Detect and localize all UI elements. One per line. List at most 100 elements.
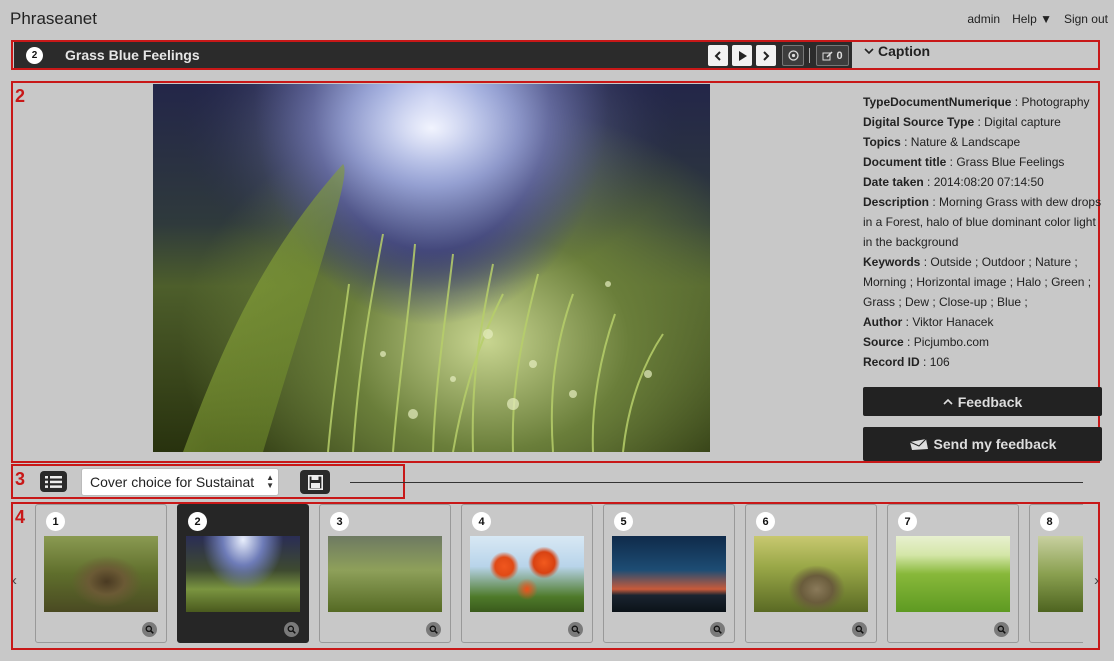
caption-value: : Photography	[1011, 95, 1090, 109]
zoom-icon[interactable]	[426, 622, 441, 637]
thumbnails-prev-arrow[interactable]: ‹	[12, 572, 17, 589]
caption-value: : Grass Blue Feelings	[946, 155, 1065, 169]
help-menu[interactable]: Help ▼	[1012, 12, 1052, 26]
caption-field: TypeDocumentNumerique : Photography	[863, 92, 1103, 112]
thumbnail-card[interactable]: 1	[35, 504, 167, 643]
caption-value: : Picjumbo.com	[903, 335, 990, 349]
floppy-disk-icon	[307, 474, 323, 490]
thumbnail-card[interactable]: 7	[887, 504, 1019, 643]
chevron-right-icon	[763, 50, 770, 61]
thumbnail-card-selected[interactable]: 2	[177, 504, 309, 643]
list-view-button[interactable]	[40, 471, 67, 492]
play-button[interactable]	[732, 45, 752, 66]
send-feedback-button[interactable]: Send my feedback	[863, 427, 1102, 461]
save-button[interactable]	[300, 470, 330, 494]
toolbar-divider	[350, 482, 1083, 483]
thumbnail-number-badge: 2	[188, 512, 207, 531]
caption-label: Source	[863, 335, 904, 349]
circle-download-icon	[787, 50, 799, 61]
edit-icon	[822, 50, 833, 60]
basket-select[interactable]: Cover choice for Sustainat ▲ ▼	[81, 468, 279, 496]
thumbnail-image-grass-2	[1038, 536, 1083, 612]
chevron-down-icon	[864, 47, 874, 54]
thumbnail-number-badge: 3	[330, 512, 349, 531]
caption-label: Topics	[863, 135, 901, 149]
thumbnail-card[interactable]: 4	[461, 504, 593, 643]
caption-value: : 106	[919, 355, 950, 369]
record-title: Grass Blue Feelings	[65, 47, 200, 63]
thumbnail-card[interactable]: 8	[1029, 504, 1083, 643]
caption-field: Digital Source Type : Digital capture	[863, 112, 1103, 132]
play-icon	[738, 50, 747, 61]
zoom-icon[interactable]	[568, 622, 583, 637]
zoom-icon[interactable]	[852, 622, 867, 637]
caption-label: Author	[863, 315, 903, 329]
zoom-icon[interactable]	[142, 622, 157, 637]
zoom-icon[interactable]	[710, 622, 725, 637]
thumbnail-card[interactable]: 5	[603, 504, 735, 643]
chevron-left-icon	[714, 50, 721, 61]
annotation-label-3: 3	[15, 469, 26, 489]
envelope-icon	[909, 438, 928, 450]
top-bar: Phraseanet admin Help ▼ Sign out	[0, 0, 1114, 38]
feedback-toggle-button[interactable]: Feedback	[863, 387, 1102, 416]
thumbnail-image-tree-stump	[754, 536, 868, 612]
caption-label: Digital Source Type	[863, 115, 975, 129]
caption-value: : Nature & Landscape	[900, 135, 1021, 149]
caption-field: Date taken : 2014:08:20 07:14:50	[863, 172, 1103, 192]
thumbnail-image-green-field	[896, 536, 1010, 612]
thumbnail-clip: 8	[1029, 504, 1083, 643]
annotation-label-2: 2	[15, 86, 26, 106]
caption-field: Topics : Nature & Landscape	[863, 132, 1103, 152]
thumbnail-number-badge: 1	[46, 512, 65, 531]
top-links: admin Help ▼ Sign out	[967, 12, 1108, 26]
thumbnail-number-badge: 4	[472, 512, 491, 531]
thumbnails-next-arrow[interactable]: ›	[1094, 572, 1099, 589]
caption-field: Record ID : 106	[863, 352, 1103, 372]
record-header-bar: 2 Grass Blue Feelings 0	[14, 42, 852, 68]
select-arrows-icon: ▲ ▼	[263, 474, 274, 490]
user-link[interactable]: admin	[967, 12, 1000, 26]
grass-photo	[153, 84, 710, 452]
send-feedback-label: Send my feedback	[933, 436, 1057, 452]
zoom-icon[interactable]	[994, 622, 1009, 637]
basket-select-value: Cover choice for Sustainat	[90, 474, 255, 490]
thumbnail-image-grass	[186, 536, 300, 612]
caption-value: : Viktor Hanacek	[902, 315, 994, 329]
main-preview-image	[153, 84, 710, 452]
caption-label: Description	[863, 195, 930, 209]
caption-field: Keywords : Outside ; Outdoor ; Nature ; …	[863, 252, 1103, 312]
caption-field: Author : Viktor Hanacek	[863, 312, 1103, 332]
edit-feedback-button[interactable]: 0	[816, 45, 849, 66]
thumbnail-image-tulips	[470, 536, 584, 612]
caption-label: Date taken	[863, 175, 924, 189]
caption-field: Source : Picjumbo.com	[863, 332, 1103, 352]
thumbnail-number-badge: 5	[614, 512, 633, 531]
feedback-count: 0	[836, 49, 843, 62]
next-button[interactable]	[756, 45, 776, 66]
header-separator	[809, 48, 810, 63]
thumbnail-number-badge: 6	[756, 512, 775, 531]
caption-field: Document title : Grass Blue Feelings	[863, 152, 1103, 172]
list-icon	[45, 475, 62, 488]
download-button[interactable]	[782, 45, 804, 66]
thumbnail-number-badge: 7	[898, 512, 917, 531]
prev-button[interactable]	[708, 45, 728, 66]
caption-label: Document title	[863, 155, 947, 169]
app-title: Phraseanet	[10, 9, 97, 28]
caption-value: : Digital capture	[974, 115, 1061, 129]
thumbnail-card[interactable]: 3	[319, 504, 451, 643]
chevron-up-icon	[943, 398, 953, 405]
caption-label: Keywords	[863, 255, 921, 269]
thumbnail-card[interactable]: 6	[745, 504, 877, 643]
caption-toggle[interactable]: Caption	[864, 43, 930, 59]
zoom-icon[interactable]	[284, 622, 299, 637]
thumbnail-image-pinecone	[44, 536, 158, 612]
feedback-label: Feedback	[957, 393, 1023, 410]
caption-label: TypeDocumentNumerique	[863, 95, 1012, 109]
caption-fields: TypeDocumentNumerique : Photography Digi…	[863, 92, 1103, 372]
caption-value: : 2014:08:20 07:14:50	[923, 175, 1044, 189]
signout-link[interactable]: Sign out	[1064, 12, 1108, 26]
caption-field: Description : Morning Grass with dew dro…	[863, 192, 1103, 252]
thumbnail-image-dew	[328, 536, 442, 612]
